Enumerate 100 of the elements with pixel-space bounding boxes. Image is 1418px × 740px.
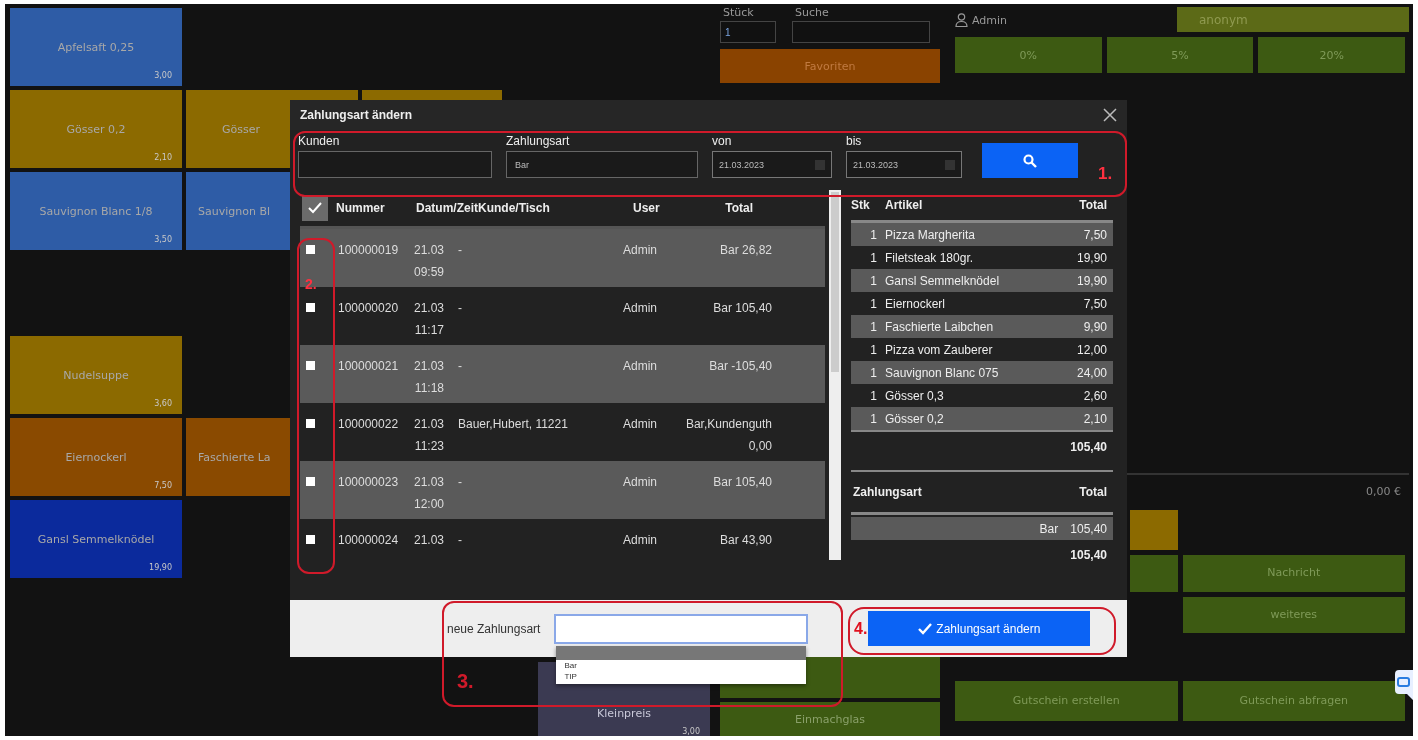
table-cell-text: 100000021 — [338, 358, 400, 375]
check-icon — [308, 202, 322, 214]
row-checkbox[interactable] — [306, 245, 315, 254]
payment-select[interactable] — [554, 613, 809, 644]
table-cell-text: Bar 26,82 — [719, 242, 772, 259]
row-checkbox[interactable] — [306, 361, 315, 370]
close-icon[interactable] — [1103, 108, 1117, 122]
quantity-label: Stück — [722, 6, 755, 19]
product-tile[interactable] — [1129, 555, 1178, 592]
search-field[interactable] — [792, 21, 930, 43]
annotation-number: 2. — [305, 276, 317, 292]
table-cell-text: 0,00 — [748, 438, 772, 455]
date-field[interactable]: 21.03.2023 — [846, 151, 962, 178]
column-header: User — [633, 201, 661, 215]
product-tile[interactable]: Sauvignon Blanc 1/8 3,50 — [10, 172, 182, 250]
table-cell-text: 1 — [869, 388, 878, 403]
product-tile[interactable]: Gansl Semmelknödel 19,90 — [10, 500, 182, 578]
column-header: Total — [724, 201, 753, 215]
table-cell-text: Sauvignon Blanc 075 — [885, 365, 1000, 380]
calendar-icon[interactable] — [945, 159, 955, 170]
table-cell-text: 21.03 — [413, 474, 444, 491]
table-cell-text: - — [457, 532, 463, 549]
table-cell-text: Admin — [623, 358, 658, 375]
annotation-number: 1. — [1098, 164, 1113, 184]
table-cell-text: 21.03 — [413, 532, 444, 549]
function-tile[interactable]: Gutschein abfragen — [1182, 681, 1405, 721]
table-cell-text: Pizza vom Zauberer — [885, 342, 994, 357]
tax-rate-button[interactable]: 0% — [955, 37, 1102, 73]
scrollbar[interactable] — [829, 190, 841, 560]
text-field[interactable] — [298, 151, 492, 178]
table-cell-text: 1 — [869, 250, 878, 265]
column-header: Total — [1078, 198, 1108, 212]
total-amount: 105,40 — [1069, 547, 1108, 564]
table-cell-text: 21.03 — [413, 358, 444, 375]
table-cell-text: Gansl Semmelknödel — [885, 273, 1001, 288]
row-checkbox[interactable] — [306, 535, 315, 544]
tax-rate-button[interactable]: 5% — [1106, 37, 1254, 73]
table-cell-text: Bauer,Hubert, 11221 — [457, 416, 569, 433]
search-button[interactable] — [982, 143, 1078, 178]
row-checkbox[interactable] — [306, 303, 315, 312]
table-cell-text: 09:59 — [413, 264, 444, 281]
total-amount: 105,40 — [1069, 439, 1108, 456]
table-cell-text: 11:23 — [414, 438, 444, 455]
column-header: Kunde/Tisch — [478, 201, 551, 215]
table-cell-text: 24,00 — [1075, 365, 1108, 380]
product-tile[interactable]: Einmachglas — [720, 702, 940, 736]
column-header: Zahlungsart — [852, 485, 923, 499]
select-all-checkbox[interactable] — [302, 195, 328, 221]
table-cell-text: - — [457, 242, 463, 259]
table-cell-text: 12,00 — [1075, 342, 1108, 357]
table-cell-text: 11:17 — [414, 322, 444, 339]
user-name: Admin — [972, 13, 1008, 27]
product-tile[interactable]: Nudelsuppe 3,60 — [10, 336, 182, 414]
table-cell-text: 7,50 — [1082, 227, 1108, 242]
table-cell-text: Pizza Margherita — [885, 227, 977, 242]
table-cell-text: Admin — [623, 416, 658, 433]
product-tile[interactable] — [1129, 510, 1178, 550]
quantity-field[interactable]: 1 — [720, 21, 776, 43]
table-cell-text: 1 — [869, 227, 878, 242]
date-field[interactable]: 21.03.2023 — [712, 151, 832, 178]
user-icon — [955, 13, 968, 27]
table-cell-text: - — [457, 300, 463, 317]
function-tile[interactable]: Nachricht — [1182, 555, 1405, 592]
annotation-number: 4. — [854, 620, 868, 638]
tax-rate-button[interactable]: 20% — [1258, 37, 1405, 73]
text-field[interactable]: Bar — [506, 151, 698, 178]
function-tile[interactable]: weiteres — [1182, 597, 1405, 633]
annotation-number: 3. — [457, 670, 474, 693]
table-cell-text: 1 — [869, 319, 878, 334]
table-cell-text: 19,90 — [1075, 250, 1108, 265]
submit-button[interactable]: Zahlungsart ändern — [868, 611, 1091, 646]
table-cell-text: - — [457, 474, 463, 491]
table-cell-text: 1 — [869, 411, 878, 426]
sum-amount: 0,00 € — [1366, 485, 1401, 498]
column-header: Datum/Zeit — [415, 201, 478, 215]
product-tile[interactable]: Gösser 0,2 2,10 — [10, 90, 182, 168]
row-checkbox[interactable] — [306, 477, 315, 486]
table-cell-text: 7,50 — [1082, 296, 1108, 311]
chat-icon[interactable] — [1395, 670, 1413, 700]
table-cell-text: 21.03 — [413, 242, 444, 259]
table-cell-text: Bar,Kundenguth — [685, 416, 772, 433]
calendar-icon[interactable] — [815, 159, 825, 170]
table-cell-text: 2,60 — [1082, 388, 1108, 403]
check-icon — [918, 622, 933, 635]
field-label: von — [712, 134, 733, 148]
favorites-button[interactable]: Favoriten — [720, 49, 940, 83]
table-cell-text: Admin — [623, 532, 658, 549]
table-cell-text: Faschierte Laibchen — [885, 319, 995, 334]
product-tile[interactable]: Eiernockerl 7,50 — [10, 418, 182, 496]
table-cell-text: Admin — [623, 300, 658, 317]
customer-button[interactable]: anonym — [1177, 7, 1409, 32]
table-cell-text: 11:18 — [414, 380, 444, 397]
table-cell-text: Eiernockerl — [885, 296, 947, 311]
row-checkbox[interactable] — [306, 419, 315, 428]
table-cell-text: 100000020 — [338, 300, 400, 317]
product-tile[interactable]: Apfelsaft 0,25 3,00 — [10, 8, 182, 86]
table-cell-text: 19,90 — [1075, 273, 1108, 288]
table-cell-text: 12:00 — [413, 496, 444, 513]
function-tile[interactable]: Gutschein erstellen — [955, 681, 1178, 721]
field-label: neue Zahlungsart — [447, 621, 541, 636]
